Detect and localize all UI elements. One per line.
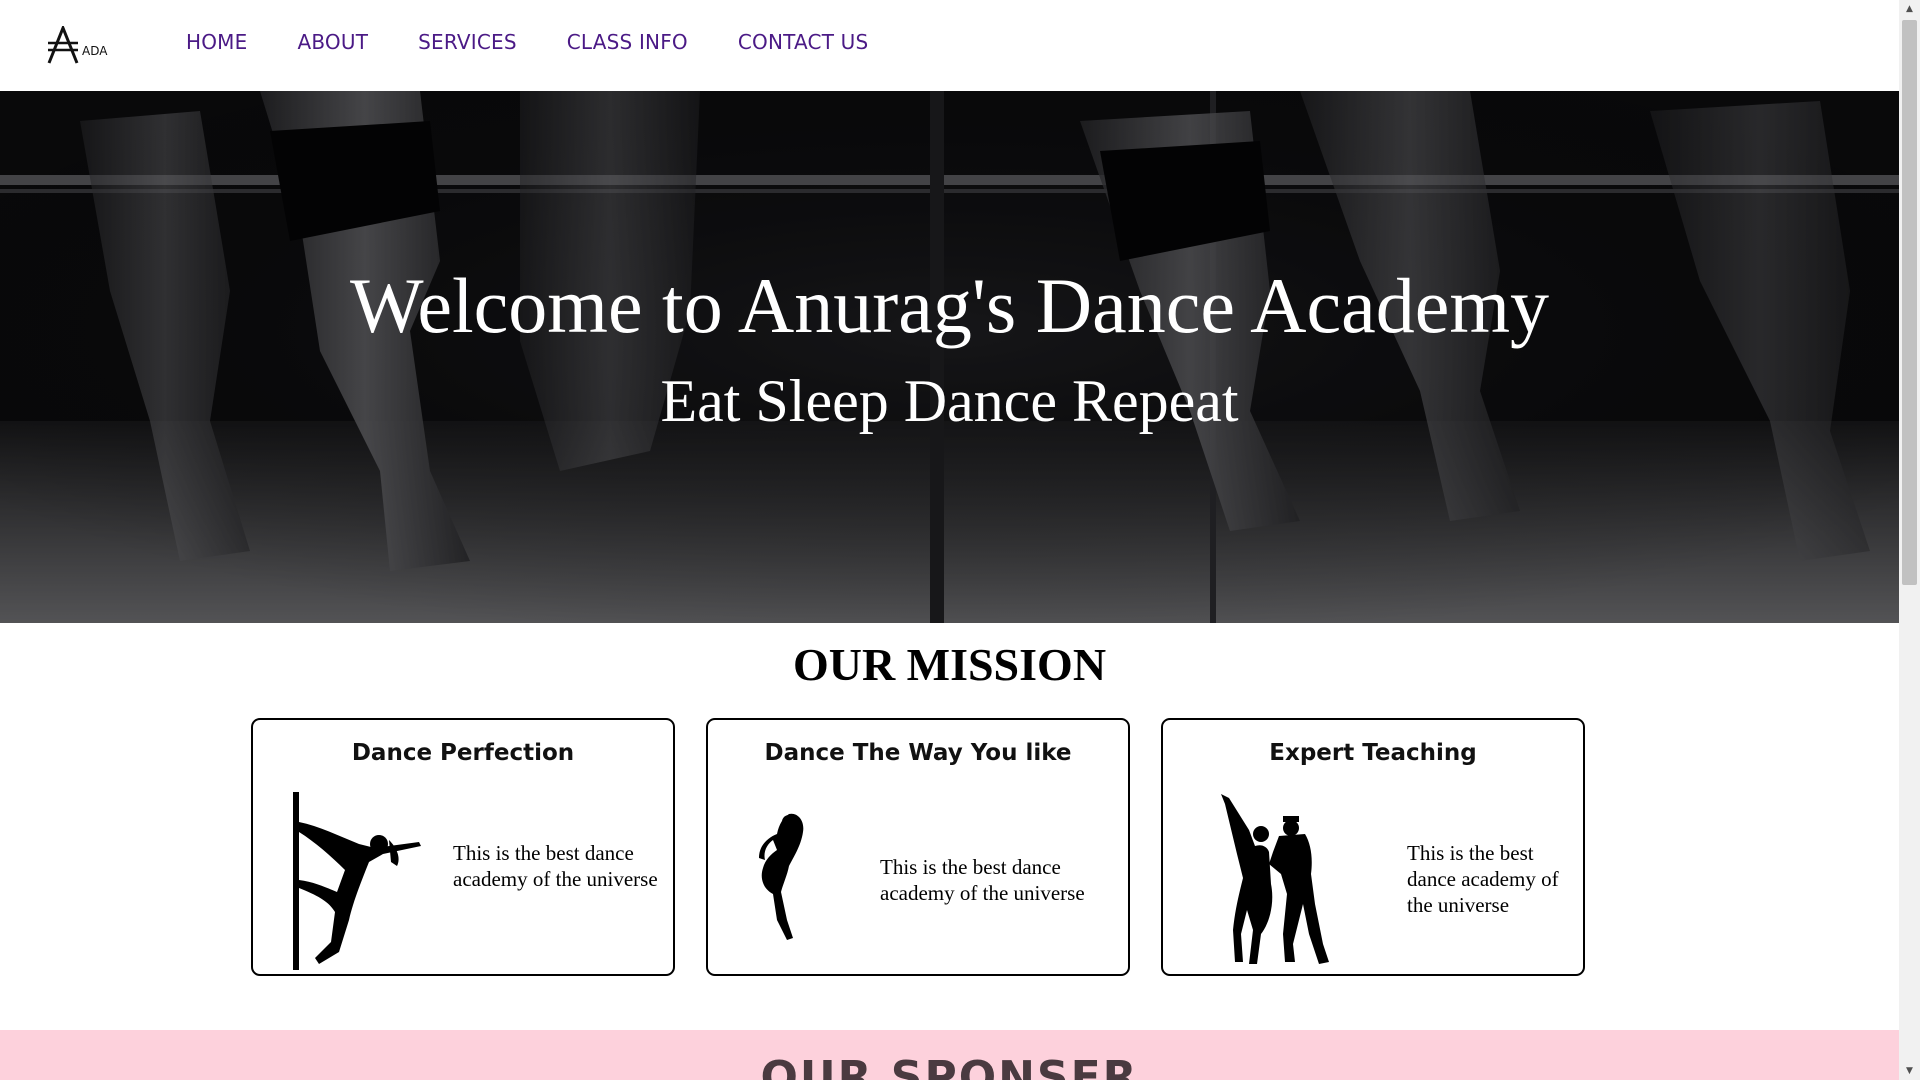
scroll-up-arrow-icon[interactable]: ▲: [1899, 0, 1920, 18]
hero-title: Welcome to Anurag's Dance Academy: [349, 262, 1550, 349]
card-title: Dance The Way You like: [764, 740, 1072, 766]
card-text: This is the best dance academy of the un…: [453, 841, 658, 891]
hero-banner: Welcome to Anurag's Dance Academy Eat Sl…: [0, 91, 1899, 623]
nav-link-class-info[interactable]: CLASS INFO: [567, 30, 688, 54]
ada-logo-icon: [47, 26, 79, 64]
vertical-scrollbar[interactable]: ▲ ▼: [1899, 0, 1920, 1080]
pole-dancer-silhouette-icon: [293, 792, 421, 970]
mission-heading: OUR MISSION: [792, 639, 1107, 690]
nav-link-services[interactable]: SERVICES: [418, 30, 517, 54]
card-title: Expert Teaching: [1269, 740, 1477, 766]
dance-couple-silhouette-icon: [1221, 794, 1329, 964]
nav-link-about[interactable]: ABOUT: [297, 30, 368, 54]
site-logo[interactable]: ADA: [46, 26, 107, 64]
mission-card-expert-teaching: Expert Teaching This is the best dance a…: [1161, 718, 1585, 976]
nav-link-contact-us[interactable]: CONTACT US: [738, 30, 869, 54]
card-title: Dance Perfection: [351, 740, 575, 766]
nav-links: HOME ABOUT SERVICES CLASS INFO CONTACT U…: [186, 30, 918, 54]
page: ADA HOME ABOUT SERVICES CLASS INFO CONTA…: [0, 0, 1899, 1080]
scrollbar-thumb[interactable]: [1902, 20, 1917, 585]
card-text: This is the best dance academy of the un…: [880, 855, 1085, 905]
navbar: ADA HOME ABOUT SERVICES CLASS INFO CONTA…: [0, 0, 1899, 91]
hero-subtitle: Eat Sleep Dance Repeat: [660, 368, 1239, 434]
hero-background-image: [0, 91, 1899, 623]
sponsor-heading: OUR SPONSER: [760, 1052, 1139, 1080]
scroll-down-arrow-icon[interactable]: ▼: [1899, 1062, 1920, 1080]
ballet-dancer-silhouette-icon: [759, 813, 804, 940]
nav-link-home[interactable]: HOME: [186, 30, 247, 54]
sponsor-section: OUR SPONSER: [0, 1030, 1899, 1080]
mission-card-dance-the-way-you-like: Dance The Way You like This is the best …: [706, 718, 1130, 976]
logo-text: ADA: [82, 44, 108, 58]
card-text: This is the best dance academy of the un…: [1407, 841, 1559, 917]
mission-card-dance-perfection: Dance Perfection This is the best dance …: [251, 718, 675, 976]
